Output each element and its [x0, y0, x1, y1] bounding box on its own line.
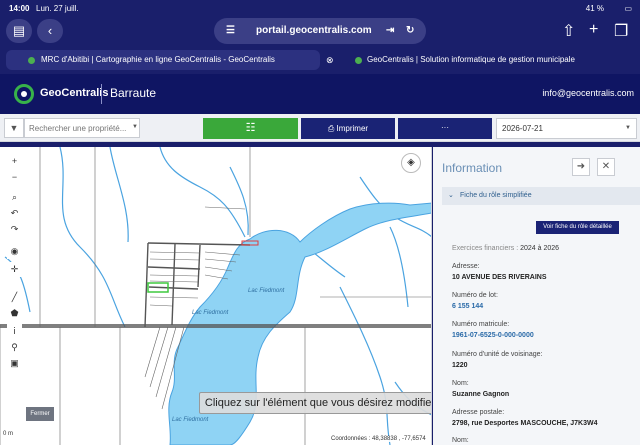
chevron-down-icon: ▼	[625, 125, 631, 131]
zoom-box-icon[interactable]: ⌕	[7, 190, 22, 205]
redo-icon[interactable]: ↷	[7, 222, 22, 237]
close-tab-icon[interactable]: ⊗	[326, 50, 334, 70]
new-tab-icon[interactable]: +	[589, 21, 598, 39]
field-label: Adresse:	[452, 263, 480, 270]
tabs-overview-icon[interactable]: ❐	[614, 21, 628, 41]
sidebar-icon[interactable]: ▤	[6, 19, 32, 43]
more-button[interactable]: ···	[398, 118, 492, 139]
section-header[interactable]: ⌄ Fiche du rôle simplifiée	[442, 187, 640, 205]
favicon-icon	[28, 57, 35, 64]
field-label: Numéro de lot:	[452, 292, 498, 299]
close-icon[interactable]: ✕	[597, 158, 615, 176]
undo-icon[interactable]: ↶	[7, 206, 22, 221]
geocentralis-logo-icon	[14, 84, 34, 104]
lot-number-link[interactable]: 6 155 144	[452, 303, 483, 310]
search-list-button[interactable]: ☷	[203, 118, 298, 139]
address-bar[interactable]: ☰ portail.geocentralis.com ⇥ ↻	[214, 18, 426, 44]
reader-icon[interactable]: ⇥	[386, 18, 394, 44]
search-list-icon: ☷	[245, 122, 256, 134]
page-menu-icon[interactable]: ☰	[226, 18, 235, 44]
header-divider	[101, 84, 102, 104]
filter-icon[interactable]: ▼	[4, 118, 24, 138]
zoom-out-icon[interactable]: −	[7, 170, 22, 185]
scale-bar: 0 m	[3, 431, 14, 437]
date-value: 2026-07-21	[502, 124, 543, 133]
zoom-in-icon[interactable]: +	[7, 154, 22, 169]
brand-name: GeoCentralis	[40, 87, 109, 99]
field-label: Numéro matricule:	[452, 321, 510, 328]
tab-label: MRC d'Abitibi | Cartographie en ligne Ge…	[41, 55, 275, 64]
section-title: Fiche du rôle simplifiée	[460, 192, 532, 199]
more-label: ···	[441, 123, 449, 132]
field-label: Numéro d'unité de voisinage:	[452, 351, 543, 358]
info-icon[interactable]: ⅰ	[7, 324, 22, 339]
battery-icon: ▭	[624, 4, 632, 13]
chevron-icon: ⌄	[448, 192, 454, 199]
share-icon[interactable]: ⇧	[562, 21, 575, 41]
property-search-input[interactable]	[24, 118, 140, 138]
chevron-down-icon[interactable]: ▼	[132, 124, 138, 130]
printer-icon: ⎙	[327, 124, 335, 133]
municipality-name: Barraute	[110, 86, 157, 100]
back-icon[interactable]: ‹	[37, 19, 63, 43]
contact-email[interactable]: info@geocentralis.com	[542, 88, 634, 98]
field-label: Adresse postale:	[452, 409, 505, 416]
map-canvas[interactable]: Lac Fiedmont Lac Fiedmont Lac Fiedmont +…	[0, 147, 432, 445]
measure-line-icon[interactable]: ╱	[7, 290, 22, 305]
fiscal-years: Exercices financiers : 2024 à 2026	[452, 245, 559, 252]
matricule-link[interactable]: 1961-07-6525-0-000-0000	[452, 332, 534, 339]
layer-edit-icon[interactable]: ▣	[7, 356, 22, 371]
coordinates-readout: Coordonnées : 48,38838 , -77,6574	[329, 436, 428, 442]
lake-label: Lac Fiedmont	[248, 288, 285, 294]
close-button[interactable]: Fermer	[26, 407, 54, 421]
address-value: 10 AVENUE DES RIVERAINS	[452, 274, 547, 281]
browser-toolbar: ▤ ‹ ☰ portail.geocentralis.com ⇥ ↻ ⇧ + ❐	[0, 16, 640, 46]
field-label: Nom:	[452, 437, 469, 444]
favicon-icon	[355, 57, 362, 64]
url-text: portail.geocentralis.com	[256, 25, 372, 36]
clock: 14:00	[9, 4, 30, 13]
lake-label: Lac Fiedmont	[192, 310, 229, 316]
date-select[interactable]: 2026-07-21 ▼	[496, 118, 637, 139]
reload-icon[interactable]: ↻	[406, 18, 414, 44]
battery-level: 41 %	[585, 4, 604, 13]
detailed-record-button[interactable]: Voir fiche du rôle détaillée	[536, 221, 619, 234]
layers-icon[interactable]: ◈	[401, 153, 421, 173]
map-instruction-tooltip: Cliquez sur l'élément que vous désirez m…	[199, 392, 431, 414]
field-label: Nom:	[452, 380, 469, 387]
date: Lun. 27 juill.	[36, 4, 79, 13]
owner-name-value: Suzanne Gagnon	[452, 391, 510, 398]
tab-cartographie[interactable]: MRC d'Abitibi | Cartographie en ligne Ge…	[6, 50, 320, 70]
ios-status-bar: 14:00 Lun. 27 juill. 41 % ▭	[0, 0, 640, 16]
lake-label: Lac Fiedmont	[172, 417, 209, 423]
print-label: Imprimer	[336, 124, 369, 133]
pin-icon[interactable]: ⚲	[7, 340, 22, 355]
browser-tabs: MRC d'Abitibi | Cartographie en ligne Ge…	[0, 48, 640, 72]
fiscal-label: Exercices financiers :	[452, 245, 519, 252]
print-button[interactable]: ⎙ Imprimer	[301, 118, 395, 139]
tab-gestion[interactable]: ⊗ GeoCentralis | Solution informatique d…	[322, 50, 636, 70]
measure-area-icon[interactable]: ⬟	[7, 306, 22, 321]
fiscal-value: 2024 à 2026	[520, 245, 560, 252]
map-toolbar: ▼ ▼ ☷ ⎙ Imprimer ··· 2026-07-21 ▼	[0, 114, 640, 142]
neighborhood-unit-value: 1220	[452, 362, 468, 369]
information-panel: Information ➜ ✕ ⌄ Fiche du rôle simplifi…	[433, 147, 640, 445]
app-header: GeoCentralis Barraute info@geocentralis.…	[0, 74, 640, 114]
share-arrow-icon[interactable]: ➜	[572, 158, 590, 176]
postal-address-value: 2798, rue Desportes MASCOUCHE, J7K3W4	[452, 420, 598, 427]
tab-label: GeoCentralis | Solution informatique de …	[367, 55, 575, 64]
locate-icon[interactable]: ✛	[7, 262, 22, 277]
panel-title: Information	[442, 161, 503, 175]
globe-icon[interactable]: ◉	[7, 244, 22, 259]
